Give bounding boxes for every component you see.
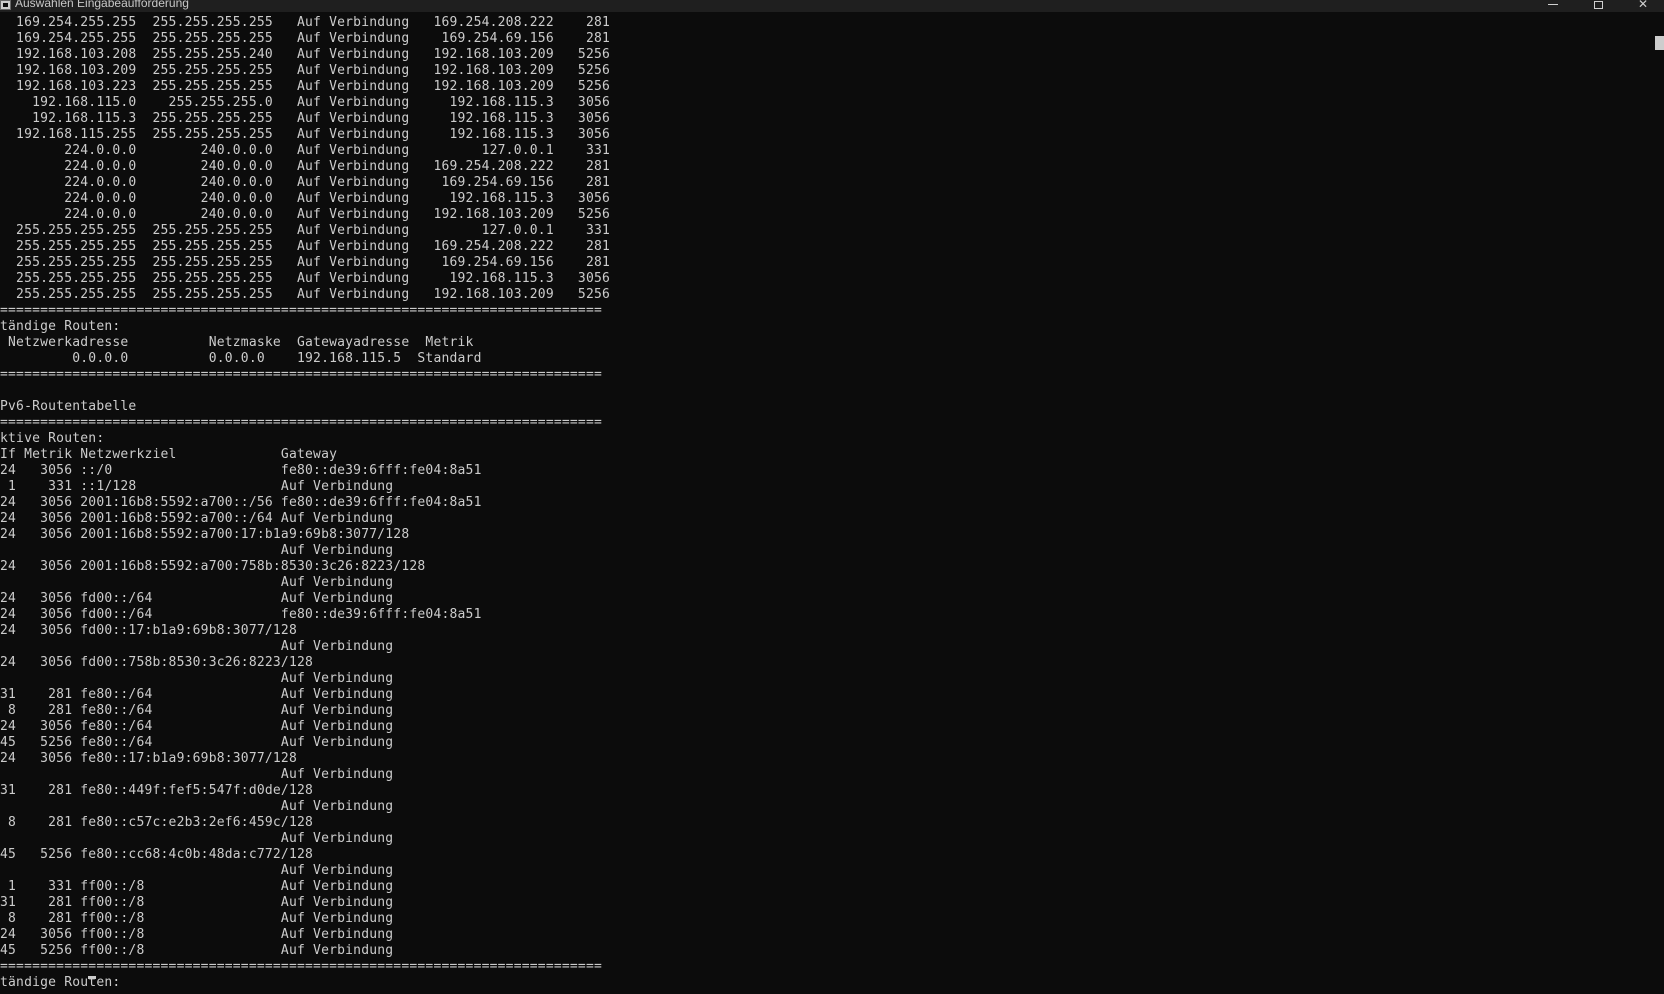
command-prompt-window: Auswählen Eingabeaufforderung ✕ 169.254.…	[0, 0, 1664, 994]
console-line: Pv6-Routentabelle	[0, 399, 137, 414]
console-line: 8 281 ff00::/8 Auf Verbindung	[0, 911, 394, 926]
console-line: 24 3056 fe80::17:b1a9:69b8:3077/128	[0, 751, 297, 766]
console-line: 224.0.0.0 240.0.0.0 Auf Verbindung 192.1…	[0, 191, 611, 206]
console-line: 169.254.255.255 255.255.255.255 Auf Verb…	[0, 31, 611, 46]
console-line: 24 3056 2001:16b8:5592:a700::/64 Auf Ver…	[0, 511, 394, 526]
console-line: Netzwerkadresse Netzmaske Gatewayadresse…	[0, 335, 474, 350]
console-line: 45 5256 ff00::/8 Auf Verbindung	[0, 943, 394, 958]
console-line: Auf Verbindung	[0, 671, 394, 686]
console-line: 24 3056 2001:16b8:5592:a700:17:b1a9:69b8…	[0, 527, 410, 542]
console-line: 192.168.115.0 255.255.255.0 Auf Verbindu…	[0, 95, 611, 110]
close-icon: ✕	[1638, 0, 1649, 11]
console-line: 255.255.255.255 255.255.255.255 Auf Verb…	[0, 287, 611, 302]
text-cursor	[88, 976, 96, 979]
console-line: 224.0.0.0 240.0.0.0 Auf Verbindung 127.0…	[0, 143, 611, 158]
console-line: Auf Verbindung	[0, 575, 394, 590]
console-line: Auf Verbindung	[0, 799, 394, 814]
console-line: 24 3056 ff00::/8 Auf Verbindung	[0, 927, 394, 942]
vertical-scrollbar[interactable]	[1652, 12, 1664, 994]
console-line: tändige Routen:	[0, 975, 121, 990]
console-line: 0.0.0.0 0.0.0.0 192.168.115.5 Standard	[0, 351, 482, 366]
console-line: 24 3056 ::/0 fe80::de39:6fff:fe04:8a51	[0, 463, 482, 478]
console-line: 224.0.0.0 240.0.0.0 Auf Verbindung 169.2…	[0, 175, 611, 190]
console-line: 8 281 fe80::/64 Auf Verbindung	[0, 703, 394, 718]
console-line: 24 3056 fd00::/64 fe80::de39:6fff:fe04:8…	[0, 607, 482, 622]
console-line: 31 281 fe80::449f:fef5:547f:d0de/128	[0, 783, 314, 798]
maximize-icon	[1594, 1, 1603, 9]
console-area[interactable]: 169.254.255.255 255.255.255.255 Auf Verb…	[0, 15, 1640, 994]
console-line: 31 281 fe80::/64 Auf Verbindung	[0, 687, 394, 702]
console-line: 255.255.255.255 255.255.255.255 Auf Verb…	[0, 223, 611, 238]
console-line: 255.255.255.255 255.255.255.255 Auf Verb…	[0, 239, 611, 254]
console-line: tändige Routen:	[0, 319, 121, 334]
console-line: 1 331 ff00::/8 Auf Verbindung	[0, 879, 394, 894]
console-line: ktive Routen:	[0, 431, 105, 446]
close-button[interactable]: ✕	[1622, 0, 1664, 12]
console-line: 45 5256 fe80::cc68:4c0b:48da:c772/128	[0, 847, 314, 862]
title-bar[interactable]: Auswählen Eingabeaufforderung ✕	[0, 0, 1664, 12]
console-line: 192.168.103.208 255.255.255.240 Auf Verb…	[0, 47, 611, 62]
console-line: 192.168.115.3 255.255.255.255 Auf Verbin…	[0, 111, 611, 126]
console-line: Auf Verbindung	[0, 639, 394, 654]
console-line: 192.168.103.223 255.255.255.255 Auf Verb…	[0, 79, 611, 94]
console-line: ========================================…	[0, 303, 602, 318]
scrollbar-thumb[interactable]	[1655, 36, 1664, 50]
console-line: 24 3056 fd00::/64 Auf Verbindung	[0, 591, 394, 606]
minimize-icon	[1548, 4, 1558, 5]
console-line: 8 281 fe80::c57c:e2b3:2ef6:459c/128	[0, 815, 314, 830]
console-line: 169.254.255.255 255.255.255.255 Auf Verb…	[0, 15, 611, 30]
console-line: Auf Verbindung	[0, 863, 394, 878]
window-title: Auswählen Eingabeaufforderung	[15, 0, 189, 10]
console-line: Auf Verbindung	[0, 543, 394, 558]
console-line: 192.168.103.209 255.255.255.255 Auf Verb…	[0, 63, 611, 78]
minimize-button[interactable]	[1530, 0, 1576, 12]
console-line: 24 3056 fd00::17:b1a9:69b8:3077/128	[0, 623, 297, 638]
console-line: 24 3056 2001:16b8:5592:a700:758b:8530:3c…	[0, 559, 426, 574]
console-output[interactable]: 169.254.255.255 255.255.255.255 Auf Verb…	[0, 15, 1640, 991]
console-line: 255.255.255.255 255.255.255.255 Auf Verb…	[0, 271, 611, 286]
console-line: If Metrik Netzwerkziel Gateway	[0, 447, 338, 462]
console-line: Auf Verbindung	[0, 831, 394, 846]
console-line: 224.0.0.0 240.0.0.0 Auf Verbindung 192.1…	[0, 207, 611, 222]
maximize-button[interactable]	[1576, 0, 1622, 12]
console-line: ========================================…	[0, 415, 602, 430]
console-line: 24 3056 fe80::/64 Auf Verbindung	[0, 719, 394, 734]
console-line: 24 3056 fd00::758b:8530:3c26:8223/128	[0, 655, 314, 670]
console-line: 224.0.0.0 240.0.0.0 Auf Verbindung 169.2…	[0, 159, 611, 174]
console-line: 255.255.255.255 255.255.255.255 Auf Verb…	[0, 255, 611, 270]
console-line: 45 5256 fe80::/64 Auf Verbindung	[0, 735, 394, 750]
console-line: Auf Verbindung	[0, 767, 394, 782]
console-line: 1 331 ::1/128 Auf Verbindung	[0, 479, 394, 494]
console-line: ========================================…	[0, 367, 602, 382]
console-line: 192.168.115.255 255.255.255.255 Auf Verb…	[0, 127, 611, 142]
console-line: ========================================…	[0, 959, 602, 974]
console-app-icon[interactable]	[0, 0, 11, 10]
console-line: 31 281 ff00::/8 Auf Verbindung	[0, 895, 394, 910]
console-line: 24 3056 2001:16b8:5592:a700::/56 fe80::d…	[0, 495, 482, 510]
